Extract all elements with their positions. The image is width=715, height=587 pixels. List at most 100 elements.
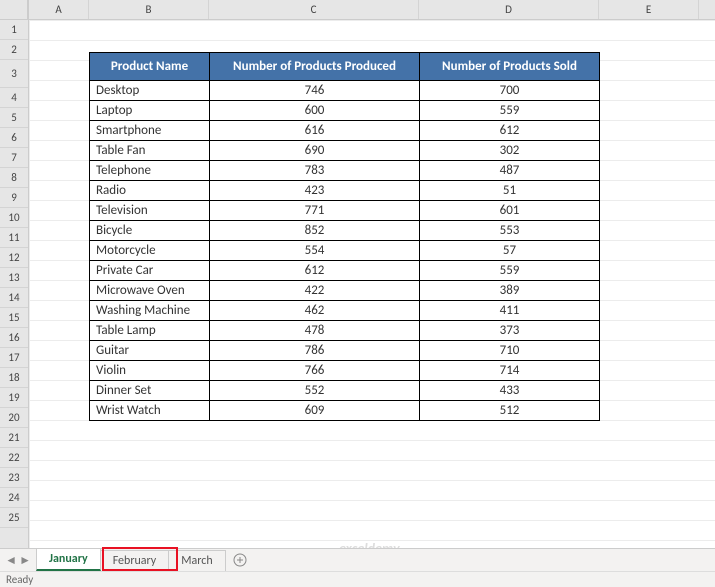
tab-next-icon[interactable]: ►	[20, 555, 30, 565]
row-header-16[interactable]: 16	[0, 328, 28, 348]
cell-sold[interactable]: 612	[420, 121, 600, 141]
row-header-18[interactable]: 18	[0, 368, 28, 388]
select-all-corner[interactable]	[0, 0, 28, 20]
cell-product-name[interactable]: Telephone	[90, 161, 210, 181]
cell-sold[interactable]: 710	[420, 341, 600, 361]
cell-sold[interactable]: 487	[420, 161, 600, 181]
row-header-10[interactable]: 10	[0, 208, 28, 228]
row-header-23[interactable]: 23	[0, 468, 28, 488]
row-header-8[interactable]: 8	[0, 168, 28, 188]
tab-prev-icon[interactable]: ◄	[6, 555, 16, 565]
row-header-13[interactable]: 13	[0, 268, 28, 288]
cell-produced[interactable]: 422	[210, 281, 420, 301]
cell-produced[interactable]: 783	[210, 161, 420, 181]
cell-sold[interactable]: 700	[420, 81, 600, 101]
cell-sold[interactable]: 411	[420, 301, 600, 321]
row-header-14[interactable]: 14	[0, 288, 28, 308]
table-row: Wrist Watch609512	[90, 401, 600, 421]
cell-produced[interactable]: 552	[210, 381, 420, 401]
cell-product-name[interactable]: Smartphone	[90, 121, 210, 141]
cell-product-name[interactable]: Table Lamp	[90, 321, 210, 341]
cell-sold[interactable]: 373	[420, 321, 600, 341]
cell-product-name[interactable]: Desktop	[90, 81, 210, 101]
column-header-D[interactable]: D	[419, 0, 599, 19]
cell-product-name[interactable]: Laptop	[90, 101, 210, 121]
row-header-24[interactable]: 24	[0, 488, 28, 508]
cell-produced[interactable]: 554	[210, 241, 420, 261]
cell-produced[interactable]: 852	[210, 221, 420, 241]
header-product-name[interactable]: Product Name	[90, 53, 210, 81]
row-header-25[interactable]: 25	[0, 508, 28, 528]
cell-product-name[interactable]: Television	[90, 201, 210, 221]
row-header-19[interactable]: 19	[0, 388, 28, 408]
cell-produced[interactable]: 609	[210, 401, 420, 421]
column-header-C[interactable]: C	[209, 0, 419, 19]
cell-produced[interactable]: 690	[210, 141, 420, 161]
cell-sold[interactable]: 559	[420, 101, 600, 121]
row-header-20[interactable]: 20	[0, 408, 28, 428]
header-sold[interactable]: Number of Products Sold	[420, 53, 600, 81]
new-sheet-button[interactable]	[225, 549, 255, 571]
row-header-9[interactable]: 9	[0, 188, 28, 208]
row-header-4[interactable]: 4	[0, 88, 28, 108]
cell-product-name[interactable]: Dinner Set	[90, 381, 210, 401]
cell-product-name[interactable]: Radio	[90, 181, 210, 201]
cell-product-name[interactable]: Bicycle	[90, 221, 210, 241]
cell-sold[interactable]: 601	[420, 201, 600, 221]
cell-product-name[interactable]: Guitar	[90, 341, 210, 361]
row-header-5[interactable]: 5	[0, 108, 28, 128]
cell-product-name[interactable]: Private Car	[90, 261, 210, 281]
data-table: Product Name Number of Products Produced…	[89, 52, 600, 421]
cell-product-name[interactable]: Washing Machine	[90, 301, 210, 321]
cell-produced[interactable]: 600	[210, 101, 420, 121]
table-row: Dinner Set552433	[90, 381, 600, 401]
cell-produced[interactable]: 766	[210, 361, 420, 381]
sheet-tab-march[interactable]: March	[168, 550, 225, 571]
cell-product-name[interactable]: Table Fan	[90, 141, 210, 161]
sheet-tab-january[interactable]: January	[36, 548, 101, 571]
row-header-7[interactable]: 7	[0, 148, 28, 168]
cell-sold[interactable]: 512	[420, 401, 600, 421]
cell-sold[interactable]: 559	[420, 261, 600, 281]
row-header-17[interactable]: 17	[0, 348, 28, 368]
column-header-A[interactable]: A	[29, 0, 89, 19]
cell-produced[interactable]: 423	[210, 181, 420, 201]
sheet-tab-february[interactable]: February	[100, 550, 170, 571]
cell-sold[interactable]: 714	[420, 361, 600, 381]
table-row: Desktop746700	[90, 81, 600, 101]
cell-product-name[interactable]: Motorcycle	[90, 241, 210, 261]
cell-produced[interactable]: 462	[210, 301, 420, 321]
cell-produced[interactable]: 612	[210, 261, 420, 281]
cell-product-name[interactable]: Wrist Watch	[90, 401, 210, 421]
column-header-E[interactable]: E	[599, 0, 699, 19]
row-header-21[interactable]: 21	[0, 428, 28, 448]
row-header-12[interactable]: 12	[0, 248, 28, 268]
table-row: Guitar786710	[90, 341, 600, 361]
cell-sold[interactable]: 553	[420, 221, 600, 241]
cell-produced[interactable]: 478	[210, 321, 420, 341]
cell-sold[interactable]: 302	[420, 141, 600, 161]
table-row: Telephone783487	[90, 161, 600, 181]
row-header-15[interactable]: 15	[0, 308, 28, 328]
row-header-6[interactable]: 6	[0, 128, 28, 148]
cell-produced[interactable]: 771	[210, 201, 420, 221]
row-header-2[interactable]: 2	[0, 40, 28, 60]
header-produced[interactable]: Number of Products Produced	[210, 53, 420, 81]
row-header-22[interactable]: 22	[0, 448, 28, 468]
row-header-11[interactable]: 11	[0, 228, 28, 248]
grid-body[interactable]: Product Name Number of Products Produced…	[29, 20, 715, 548]
cell-sold[interactable]: 389	[420, 281, 600, 301]
cell-sold[interactable]: 433	[420, 381, 600, 401]
cell-produced[interactable]: 786	[210, 341, 420, 361]
row-header-1[interactable]: 1	[0, 20, 28, 40]
plus-circle-icon	[233, 553, 247, 567]
cell-produced[interactable]: 746	[210, 81, 420, 101]
cell-product-name[interactable]: Violin	[90, 361, 210, 381]
table-row: Bicycle852553	[90, 221, 600, 241]
cell-product-name[interactable]: Microwave Oven	[90, 281, 210, 301]
cell-produced[interactable]: 616	[210, 121, 420, 141]
column-header-B[interactable]: B	[89, 0, 209, 19]
cell-sold[interactable]: 57	[420, 241, 600, 261]
cell-sold[interactable]: 51	[420, 181, 600, 201]
row-header-3[interactable]: 3	[0, 60, 28, 88]
